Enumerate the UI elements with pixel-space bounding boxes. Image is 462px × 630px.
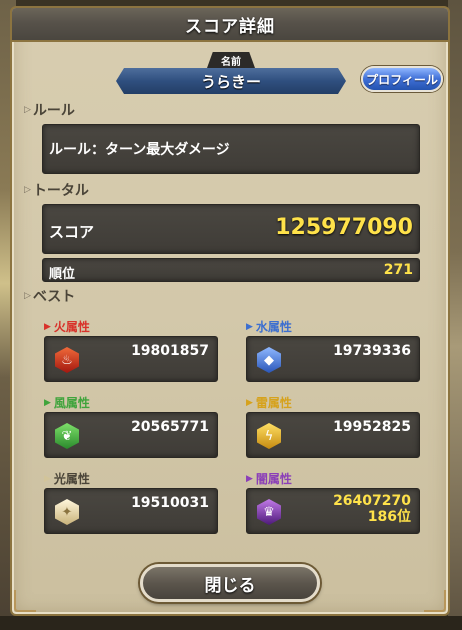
water-attribute-label: ▶ 水属性	[246, 320, 292, 334]
dark-attribute-box: ♛ 26407270 186位	[246, 488, 420, 534]
wind-attribute-label: ▶ 風属性	[44, 396, 90, 410]
best-section-header: ▷ ベスト	[24, 286, 75, 306]
light-attribute-value: 19510031	[131, 495, 209, 511]
light-attribute-box: ✦ 19510031	[44, 488, 218, 534]
thunder-attribute-label: ▶ 雷属性	[246, 396, 292, 410]
thunder-attribute-box: ϟ 19952825	[246, 412, 420, 458]
player-name-banner: うらきー	[116, 68, 346, 94]
wind-attribute-value: 20565771	[131, 419, 209, 435]
light-attribute-label: ▶ 光属性	[44, 472, 90, 486]
water-attribute-value: 19739336	[333, 343, 411, 359]
score-value: 125977090	[275, 215, 413, 240]
score-detail-panel: スコア詳細 名前 うらきー プロフィール ▷ ルール ルール：ターン最大ダメージ…	[10, 6, 450, 616]
dark-attribute-score: 26407270	[333, 493, 411, 509]
panel-header: スコア詳細	[12, 8, 448, 42]
score-box: スコア 125977090	[42, 204, 420, 254]
water-icon: ◆	[257, 347, 281, 373]
rule-box: ルール：ターン最大ダメージ	[42, 124, 420, 174]
corner-ornament	[424, 590, 446, 612]
section-arrow-icon: ▷	[24, 105, 31, 115]
dark-attribute-rank: 186位	[367, 509, 411, 525]
total-section-title: トータル	[32, 183, 89, 199]
wind-attribute-box: ❦ 20565771	[44, 412, 218, 458]
triangle-icon: ▶	[44, 473, 51, 484]
section-arrow-icon: ▷	[24, 185, 31, 195]
triangle-icon: ▶	[246, 321, 253, 332]
rule-section-title: ルール	[32, 103, 75, 119]
triangle-icon: ▶	[44, 321, 51, 332]
water-attribute-box: ◆ 19739336	[246, 336, 420, 382]
close-button[interactable]: 閉じる	[140, 564, 320, 602]
wind-icon: ❦	[55, 423, 79, 449]
page-title: スコア詳細	[185, 16, 275, 37]
score-label: スコア	[49, 223, 95, 241]
triangle-icon: ▶	[246, 397, 253, 408]
rule-section-header: ▷ ルール	[24, 100, 75, 120]
thunder-attribute-value: 19952825	[333, 419, 411, 435]
corner-ornament	[14, 590, 36, 612]
triangle-icon: ▶	[246, 473, 253, 484]
rank-box: 順位 271	[42, 258, 420, 282]
rule-text: ルール：ターン最大ダメージ	[49, 142, 230, 158]
triangle-icon: ▶	[44, 397, 51, 408]
fire-attribute-value: 19801857	[131, 343, 209, 359]
rank-label: 順位	[49, 267, 76, 282]
total-section-header: ▷ トータル	[24, 180, 89, 200]
rank-value: 271	[383, 262, 413, 278]
section-arrow-icon: ▷	[24, 291, 31, 301]
fire-icon: ♨	[55, 347, 79, 373]
dark-attribute-label: ▶ 闇属性	[246, 472, 292, 486]
thunder-icon: ϟ	[257, 423, 281, 449]
player-name: うらきー	[200, 72, 261, 91]
best-section-title: ベスト	[32, 289, 76, 305]
background-bottom	[0, 616, 462, 630]
fire-attribute-label: ▶ 火属性	[44, 320, 90, 334]
fire-attribute-box: ♨ 19801857	[44, 336, 218, 382]
light-icon: ✦	[55, 499, 79, 525]
profile-button[interactable]: プロフィール	[361, 66, 443, 92]
name-tag: 名前	[207, 52, 255, 68]
dark-icon: ♛	[257, 499, 281, 525]
background-right	[448, 0, 462, 630]
dark-attribute-value: 26407270 186位	[333, 493, 411, 525]
